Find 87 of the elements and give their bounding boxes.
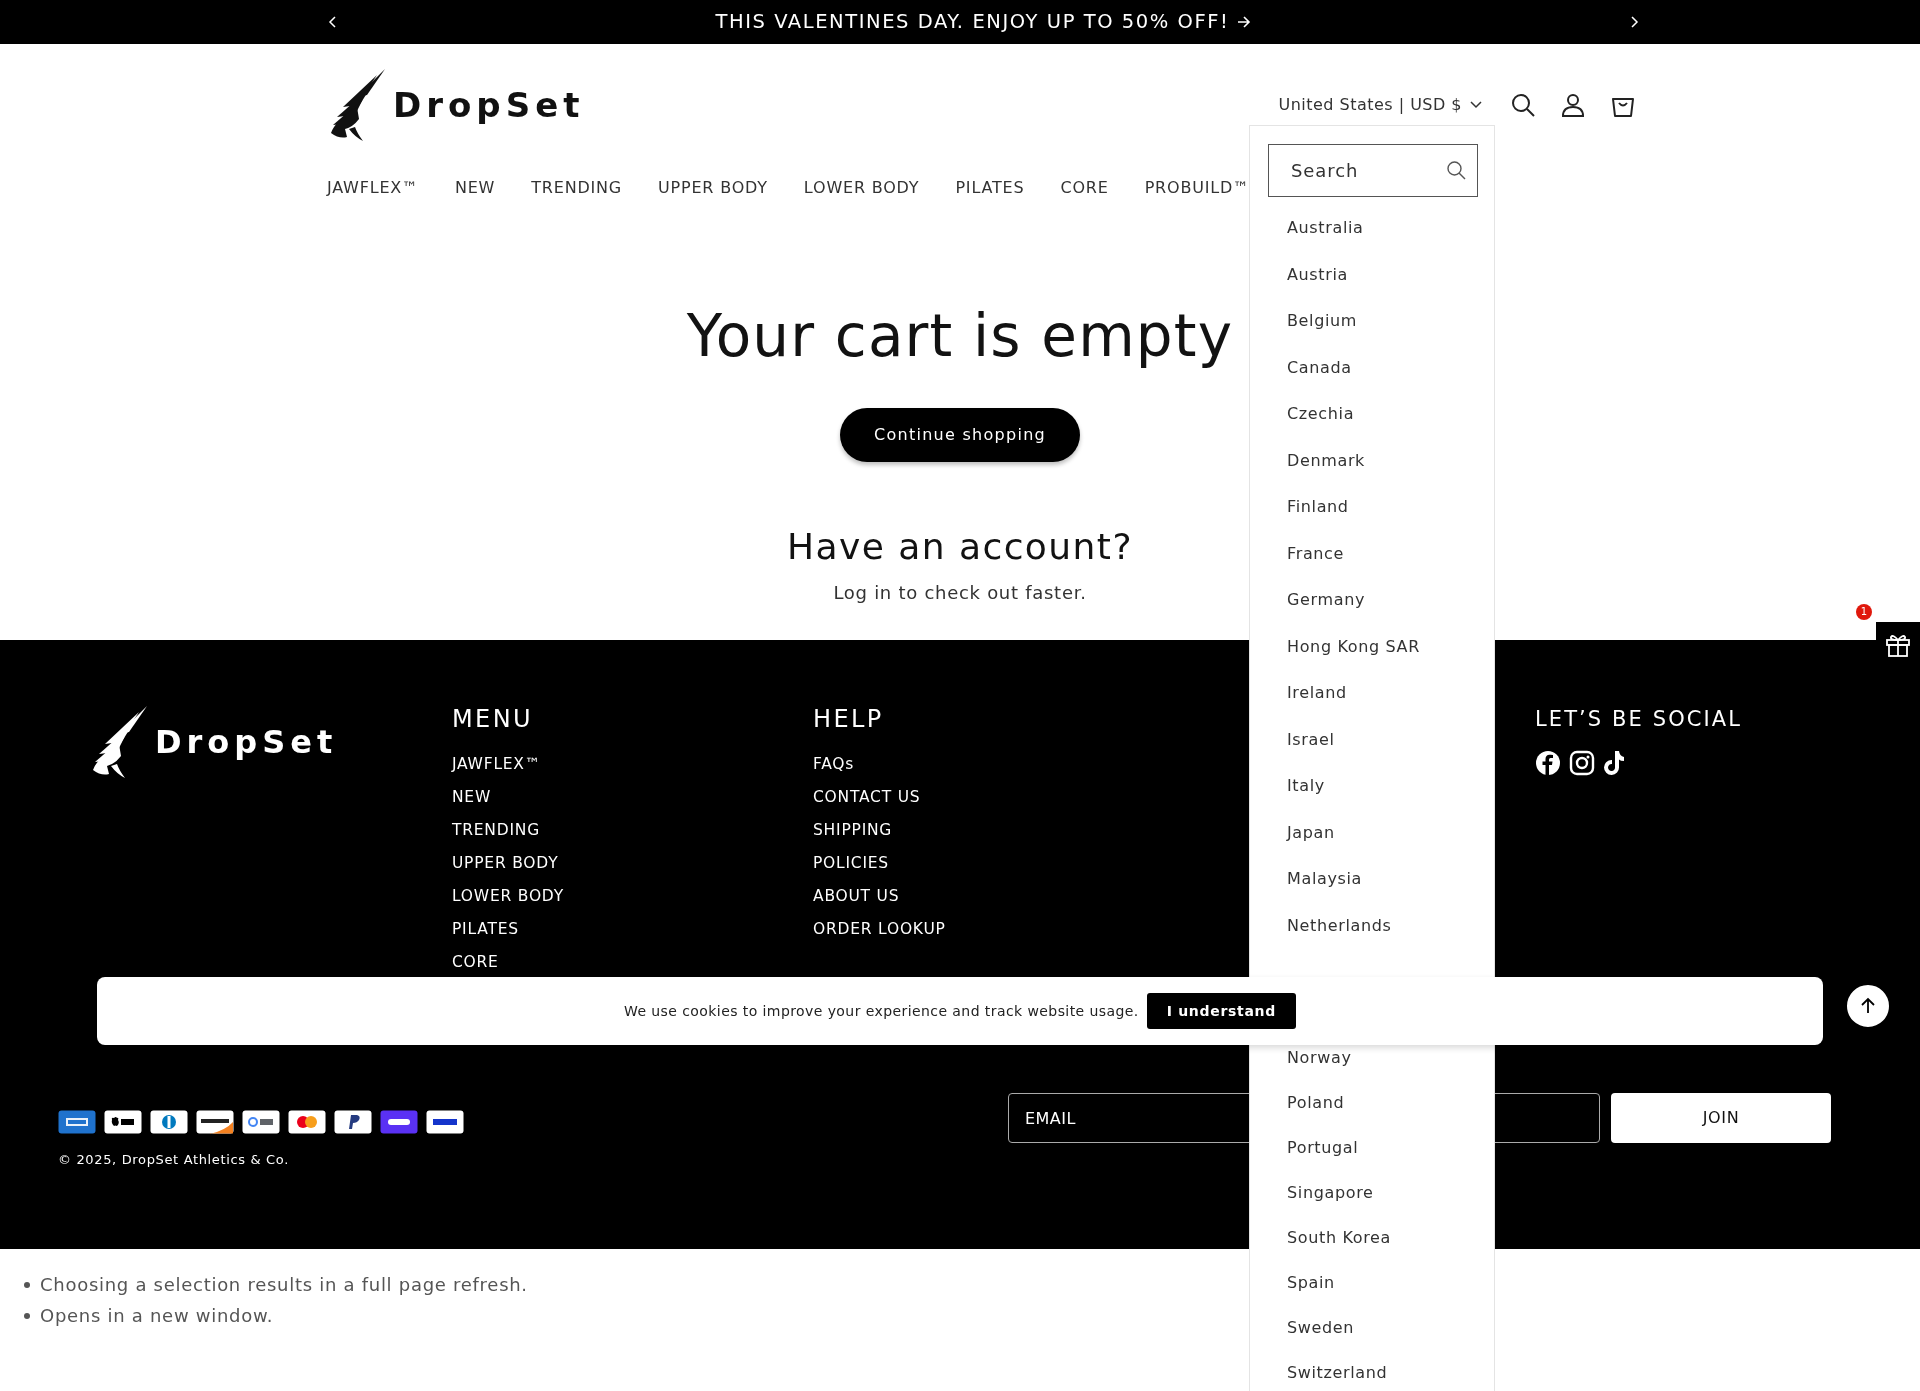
country-option[interactable]: Netherlands [1287, 914, 1392, 937]
country-option[interactable]: Canada [1287, 356, 1352, 379]
nav-link[interactable]: PILATES [955, 176, 1025, 200]
nav-link[interactable]: NEW [454, 176, 496, 200]
account-heading: Have an account? [787, 525, 1133, 569]
note-text: Opens in a new window. [40, 1304, 274, 1328]
footer-link[interactable]: SHIPPING [813, 814, 893, 847]
chevron-down-icon [1470, 101, 1482, 109]
footer-logo[interactable]: DropSet [89, 704, 452, 780]
payment-card-icon [380, 1110, 418, 1134]
login-link[interactable]: Log in [833, 582, 892, 603]
tiktok-icon[interactable] [1603, 750, 1627, 776]
country-option[interactable]: Portugal [1287, 1136, 1359, 1159]
country-option[interactable]: Germany [1287, 589, 1366, 611]
country-option[interactable]: Finland [1287, 496, 1349, 518]
country-option[interactable]: Switzerland [1287, 1361, 1388, 1384]
country-option[interactable]: Poland [1287, 1091, 1345, 1114]
login-prompt: Log in to check out faster. [833, 581, 1087, 605]
payment-card-icon [426, 1110, 464, 1134]
nav-link[interactable]: UPPER BODY [658, 176, 768, 200]
footer-link[interactable]: JAWFLEX™ [452, 748, 542, 781]
country-option[interactable]: Norway [1287, 1046, 1352, 1069]
footer-link[interactable]: PILATES [452, 913, 519, 946]
country-option[interactable]: Hong Kong SAR [1287, 635, 1420, 658]
footer-link[interactable]: TRENDING [452, 814, 540, 847]
chevron-left-icon[interactable] [327, 16, 339, 28]
chevron-right-icon[interactable] [1628, 16, 1640, 28]
continue-shopping-button[interactable]: Continue shopping [839, 408, 1081, 462]
country-option[interactable]: Japan [1287, 821, 1335, 844]
bullet-icon [24, 1281, 30, 1288]
country-option[interactable]: Czechia [1287, 403, 1355, 425]
instagram-icon[interactable] [1569, 750, 1595, 776]
footer-link[interactable]: ABOUT US [813, 880, 900, 913]
footer-link[interactable]: CONTACT US [813, 781, 921, 814]
footer-link[interactable]: ORDER LOOKUP [813, 913, 946, 946]
page-title: Your cart is empty [686, 301, 1234, 372]
footer-link[interactable]: FAQs [813, 748, 855, 781]
footer-link[interactable]: POLICIES [813, 847, 889, 880]
notification-badge: 1 [1856, 604, 1872, 620]
country-option[interactable]: Ireland [1287, 682, 1347, 704]
country-option[interactable]: Spain [1287, 1271, 1335, 1294]
footer-link[interactable]: NEW [452, 781, 492, 814]
country-option[interactable]: Malaysia [1287, 868, 1363, 890]
announcement-text[interactable]: THIS VALENTINES DAY. ENJOY UP TO 50% OFF! [715, 7, 1230, 37]
country-option[interactable]: Israel [1287, 728, 1335, 751]
footer-link[interactable]: UPPER BODY [452, 847, 559, 880]
facebook-icon[interactable] [1535, 750, 1561, 776]
payment-card-icon [288, 1110, 326, 1134]
footer-heading: HELP [813, 704, 884, 734]
payment-card-icon [196, 1110, 234, 1134]
copyright-text: © 2025, DropSet Athletics & Co. [58, 1151, 290, 1169]
nav-link[interactable]: TRENDING [531, 176, 622, 200]
footer-link[interactable]: CORE [452, 946, 499, 979]
note-text: Choosing a selection results in a full page refresh. [40, 1273, 528, 1297]
country-option[interactable]: South Korea [1287, 1226, 1391, 1249]
arrow-up-icon [1859, 997, 1877, 1015]
payment-card-icon [242, 1110, 280, 1134]
country-option[interactable]: Sweden [1287, 1316, 1355, 1339]
search-icon [1446, 160, 1466, 180]
country-option[interactable]: Austria [1287, 263, 1348, 286]
country-option[interactable]: Italy [1287, 775, 1325, 797]
country-option[interactable]: Singapore [1287, 1181, 1374, 1204]
logo[interactable]: DropSet [327, 67, 585, 143]
search-icon [1510, 92, 1536, 118]
country-search-field[interactable]: Search [1268, 144, 1478, 197]
nav-link[interactable]: CORE [1060, 176, 1109, 200]
person-icon [1560, 92, 1586, 118]
localization-selector[interactable]: United States | USD $ [1278, 93, 1482, 117]
cookie-text: We use cookies to improve your experience and track website usage. [623, 1001, 1139, 1021]
nav-link[interactable]: PROBUILD™ [1144, 176, 1250, 200]
country-option[interactable]: Australia [1287, 217, 1364, 239]
footer-heading: MENU [452, 704, 533, 734]
country-option[interactable]: Denmark [1287, 449, 1366, 472]
payment-card-icon [58, 1110, 96, 1134]
nav-link[interactable]: JAWFLEX™ [327, 176, 419, 200]
country-option[interactable]: Belgium [1287, 310, 1358, 332]
footer-link[interactable]: LOWER BODY [452, 880, 564, 913]
payment-card-icon [334, 1110, 372, 1134]
bullet-icon [24, 1312, 30, 1319]
payment-card-icon [104, 1110, 142, 1134]
accept-cookies-button[interactable]: I understand [1146, 993, 1296, 1029]
arrow-right-icon [1237, 16, 1252, 28]
footer-heading: LET’S BE SOCIAL [1535, 706, 1743, 733]
country-option[interactable]: France [1287, 542, 1345, 565]
payment-card-icon [150, 1110, 188, 1134]
join-button[interactable]: JOIN [1611, 1093, 1831, 1143]
nav-link[interactable]: LOWER BODY [803, 176, 920, 200]
